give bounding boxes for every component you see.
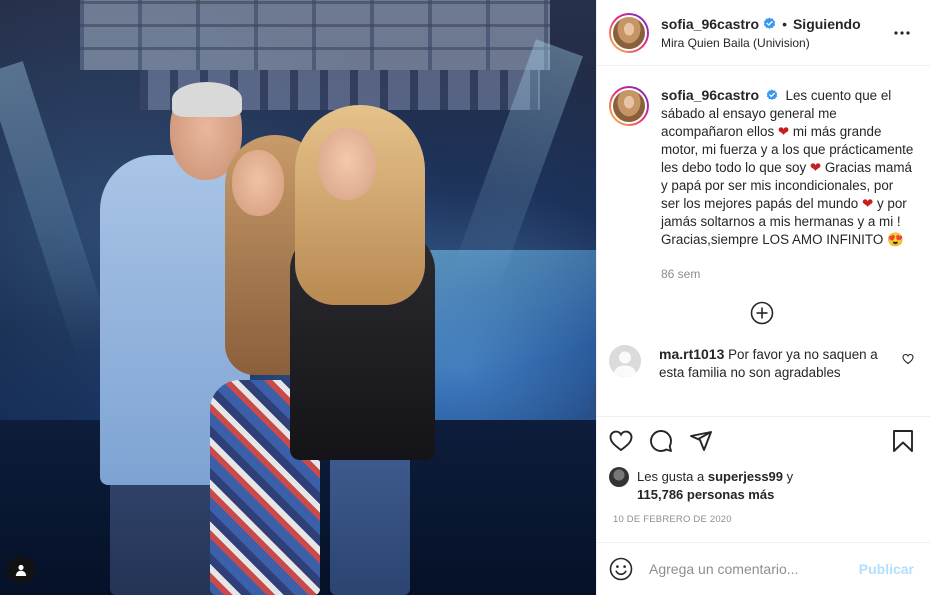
hearts-emoji: ❤: [861, 196, 874, 211]
add-comment-bar: Publicar: [597, 542, 930, 595]
emoji-icon: [609, 557, 633, 581]
likes-summary: Les gusta a superjess99 y 115,786 person…: [597, 464, 930, 508]
likes-prefix: Les gusta a: [637, 469, 705, 484]
separator-dot: •: [782, 15, 787, 32]
more-options-icon: [894, 30, 910, 35]
like-icon: [609, 430, 633, 451]
verified-icon: [766, 89, 778, 101]
header-text: sofia_96castro • Siguiendo Mira Quien Ba…: [661, 16, 890, 50]
author-avatar-image: [611, 14, 647, 51]
smiling-hearts-emoji: 😍: [886, 232, 904, 247]
share-icon: [690, 430, 712, 451]
like-button[interactable]: [609, 421, 649, 461]
comment-body: ma.rt1013 Por favor ya no saquen a esta …: [659, 345, 894, 382]
caption-author-avatar-image: [611, 88, 647, 124]
likes-conjunction: y: [786, 469, 794, 484]
liker-avatar[interactable]: [609, 467, 629, 487]
load-more-icon: [750, 301, 773, 325]
header-row: sofia_96castro • Siguiendo: [661, 16, 890, 32]
post-sidebar: sofia_96castro • Siguiendo Mira Quien Ba…: [596, 0, 930, 595]
photo-person-mom-legs: [330, 450, 410, 595]
comment-username[interactable]: ma.rt1013: [659, 346, 724, 362]
load-more-comments[interactable]: [609, 301, 914, 329]
following-button[interactable]: Siguiendo: [793, 16, 861, 32]
likes-text: Les gusta a superjess99 y 115,786 person…: [637, 468, 793, 504]
comment-icon: [650, 429, 672, 452]
user-tag-button[interactable]: [7, 556, 35, 584]
share-button[interactable]: [689, 421, 729, 461]
photo-person-mom-face: [318, 128, 376, 200]
comments-section: sofia_96castro Les cuento que el sábado …: [597, 66, 930, 416]
heart-emoji: ❤: [777, 124, 790, 139]
default-avatar-icon: [609, 345, 641, 377]
post: sofia_96castro • Siguiendo Mira Quien Ba…: [0, 0, 930, 595]
caption-body: sofia_96castro Les cuento que el sábado …: [661, 86, 914, 283]
action-bar: [597, 416, 930, 464]
post-comment-button[interactable]: Publicar: [859, 561, 914, 577]
caption-author-avatar[interactable]: [609, 86, 649, 126]
comment-like-icon: [902, 353, 914, 365]
caption: sofia_96castro Les cuento que el sábado …: [609, 86, 914, 283]
verified-icon: [763, 17, 776, 29]
save-icon: [893, 429, 913, 452]
liker-username[interactable]: superjess99: [708, 469, 783, 484]
location-link[interactable]: Mira Quien Baila (Univision): [661, 36, 890, 50]
photo-light-beam: [0, 61, 116, 359]
author-avatar[interactable]: [609, 12, 649, 53]
comment-like-button[interactable]: [894, 345, 914, 382]
caption-username[interactable]: sofia_96castro: [661, 87, 759, 103]
caption-timestamp[interactable]: 86 sem: [661, 265, 914, 283]
comment-button[interactable]: [649, 421, 689, 461]
post-header: sofia_96castro • Siguiendo Mira Quien Ba…: [597, 0, 930, 66]
comment-input[interactable]: [649, 561, 859, 577]
photo-bg-window-bars: [80, 0, 550, 70]
post-photo[interactable]: [0, 0, 596, 595]
user-tag-icon: [15, 564, 27, 576]
more-options-button[interactable]: [890, 21, 914, 45]
heart-emoji: ❤: [809, 160, 822, 175]
commenter-avatar[interactable]: [609, 345, 641, 377]
post-date[interactable]: 10 DE FEBRERO DE 2020: [597, 508, 930, 542]
emoji-button[interactable]: [609, 553, 641, 585]
author-username[interactable]: sofia_96castro: [661, 16, 759, 32]
photo-person-dad-hair: [172, 82, 242, 117]
photo-person-girl-face: [232, 150, 284, 216]
comment-item: ma.rt1013 Por favor ya no saquen a esta …: [609, 345, 914, 382]
likes-count[interactable]: 115,786 personas más: [637, 487, 774, 502]
save-button[interactable]: [874, 421, 914, 461]
